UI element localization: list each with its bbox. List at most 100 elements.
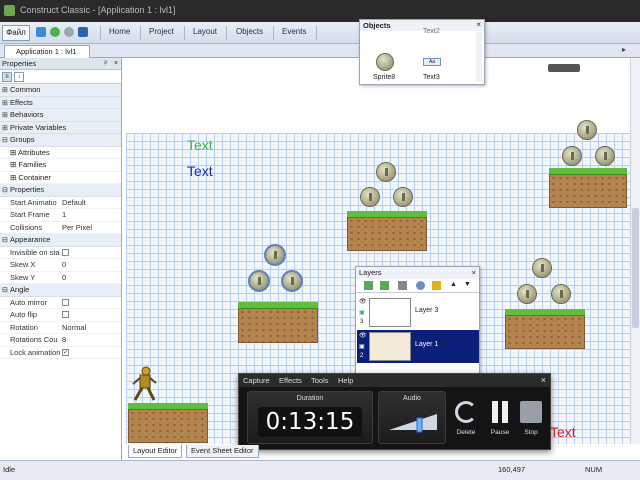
- undo-icon[interactable]: [50, 27, 60, 37]
- layer-row-selected[interactable]: 👁 ▣ 2 Layer 1: [357, 330, 479, 363]
- category-behaviors[interactable]: ⊞ Behaviors: [0, 109, 121, 122]
- category-groups[interactable]: ⊟ Groups: [0, 134, 121, 147]
- coin-sprite-selected[interactable]: [248, 270, 270, 292]
- gun-sprite[interactable]: [548, 64, 580, 72]
- prop-value[interactable]: Default: [60, 197, 121, 209]
- prop-rotations-count[interactable]: Rotations Cou 8: [0, 334, 121, 347]
- pause-button-label[interactable]: Pause: [485, 429, 515, 436]
- move-layer-up-icon[interactable]: ▲: [450, 281, 457, 288]
- prop-value[interactable]: 0: [60, 272, 121, 284]
- menu-effects[interactable]: Effects: [279, 374, 302, 387]
- prop-start-frame[interactable]: Start Frame 1: [0, 209, 121, 222]
- coin-sprite[interactable]: [393, 187, 413, 207]
- close-icon[interactable]: ×: [541, 374, 546, 387]
- add-layer-icon[interactable]: [364, 281, 373, 290]
- auto-flip-checkbox[interactable]: [62, 311, 69, 318]
- redo-icon[interactable]: [64, 27, 74, 37]
- pause-icon[interactable]: [489, 401, 511, 423]
- object-label-text[interactable]: Text3: [423, 74, 440, 81]
- delete-button-label[interactable]: Delete: [451, 429, 481, 436]
- tab-event-sheet-editor[interactable]: Event Sheet Editor: [186, 445, 259, 458]
- prop-skew-x[interactable]: Skew X 0: [0, 259, 121, 272]
- audio-level-slider[interactable]: [387, 410, 439, 434]
- lock-animation-checkbox[interactable]: ✓: [62, 348, 69, 356]
- platform[interactable]: [128, 403, 208, 443]
- coin-sprite[interactable]: [532, 258, 552, 278]
- prop-lock-animation[interactable]: Lock animation ✓: [0, 347, 121, 359]
- categorized-icon[interactable]: ≡: [2, 72, 12, 82]
- prop-value[interactable]: 8: [60, 334, 121, 346]
- subcategory-attributes[interactable]: ⊞ Attributes: [0, 147, 121, 159]
- pin-icon[interactable]: ᵖ: [104, 58, 107, 69]
- object-label-sprite[interactable]: Sprite8: [373, 74, 395, 81]
- stop-button-label[interactable]: Stop: [516, 429, 546, 436]
- move-layer-down-icon[interactable]: ▼: [464, 281, 471, 288]
- prop-collisions[interactable]: Collisions Per Pixel: [0, 222, 121, 234]
- category-private-variables[interactable]: ⊞ Private Variables: [0, 121, 121, 134]
- auto-mirror-checkbox[interactable]: [62, 298, 69, 306]
- visibility-eye-icon[interactable]: 👁: [359, 332, 367, 339]
- layer-lock-icon[interactable]: ▣: [359, 343, 365, 350]
- text-object-blue[interactable]: Text: [187, 163, 213, 179]
- save-icon[interactable]: [36, 27, 46, 37]
- delete-layer-icon[interactable]: [398, 281, 407, 290]
- platform[interactable]: [347, 211, 427, 251]
- prop-skew-y[interactable]: Skew Y 0: [0, 272, 121, 284]
- floppy-icon[interactable]: [78, 27, 88, 37]
- layer-lock-icon[interactable]: [432, 281, 441, 290]
- prop-invisible[interactable]: Invisible on sta: [0, 247, 121, 259]
- platform[interactable]: [505, 309, 585, 349]
- category-effects[interactable]: ⊞ Effects: [0, 96, 121, 109]
- player-sprite[interactable]: [130, 366, 158, 402]
- subcategory-container[interactable]: ⊞ Container: [0, 172, 121, 184]
- prop-value[interactable]: Per Pixel: [60, 222, 121, 234]
- visibility-eye-icon[interactable]: 👁: [359, 298, 367, 305]
- stop-icon[interactable]: [520, 401, 542, 423]
- canvas-vertical-scrollbar[interactable]: [630, 58, 640, 444]
- coin-sprite-selected[interactable]: [281, 270, 303, 292]
- delete-icon[interactable]: [455, 401, 477, 423]
- prop-auto-flip[interactable]: Auto flip: [0, 309, 121, 322]
- text-object-icon[interactable]: Aa: [423, 58, 441, 66]
- tab-objects[interactable]: Objects: [236, 27, 263, 36]
- menu-help[interactable]: Help: [338, 374, 353, 387]
- category-common[interactable]: ⊞ Common: [0, 84, 121, 97]
- document-tab[interactable]: Application 1 : lvl1: [4, 45, 90, 58]
- menu-capture[interactable]: Capture: [243, 374, 270, 387]
- objects-scrollbar[interactable]: [476, 32, 482, 82]
- coin-sprite[interactable]: [360, 187, 380, 207]
- tab-layout[interactable]: Layout: [193, 27, 217, 36]
- coin-sprite-icon[interactable]: [376, 53, 394, 71]
- coin-sprite[interactable]: [517, 284, 537, 304]
- tab-layout-editor[interactable]: Layout Editor: [128, 445, 183, 458]
- category-angle[interactable]: ⊟ Angle: [0, 284, 121, 297]
- coin-sprite[interactable]: [595, 146, 615, 166]
- layer-row[interactable]: 👁 ▣ 3 Layer 3: [357, 296, 479, 329]
- text-object-green[interactable]: Text: [187, 137, 213, 153]
- coin-sprite-selected[interactable]: [264, 244, 286, 266]
- coin-sprite[interactable]: [562, 146, 582, 166]
- insert-layer-icon[interactable]: [380, 281, 389, 290]
- prop-auto-mirror[interactable]: Auto mirror: [0, 297, 121, 309]
- invisible-checkbox[interactable]: [62, 248, 69, 256]
- coin-sprite[interactable]: [376, 162, 396, 182]
- tab-scroll-right-icon[interactable]: ▸: [622, 45, 626, 54]
- prop-value[interactable]: Normal: [60, 322, 121, 334]
- tab-events[interactable]: Events: [282, 27, 306, 36]
- platform[interactable]: [549, 168, 627, 208]
- category-appearance[interactable]: ⊟ Appearance: [0, 234, 121, 247]
- close-icon[interactable]: ×: [472, 267, 476, 279]
- prop-rotation[interactable]: Rotation Normal: [0, 322, 121, 334]
- subcategory-families[interactable]: ⊞ Families: [0, 159, 121, 172]
- prop-value[interactable]: 0: [60, 259, 121, 271]
- scrollbar-thumb[interactable]: [632, 208, 639, 328]
- text-object-red[interactable]: Text: [550, 424, 576, 440]
- coin-sprite[interactable]: [577, 120, 597, 140]
- coin-sprite[interactable]: [551, 284, 571, 304]
- tab-home[interactable]: Home: [109, 27, 130, 36]
- layer-lock-icon[interactable]: ▣: [359, 309, 365, 316]
- layer-visibility-icon[interactable]: [416, 281, 425, 290]
- close-icon[interactable]: ×: [114, 58, 118, 69]
- close-icon[interactable]: ×: [476, 20, 481, 29]
- prop-value[interactable]: 1: [60, 209, 121, 221]
